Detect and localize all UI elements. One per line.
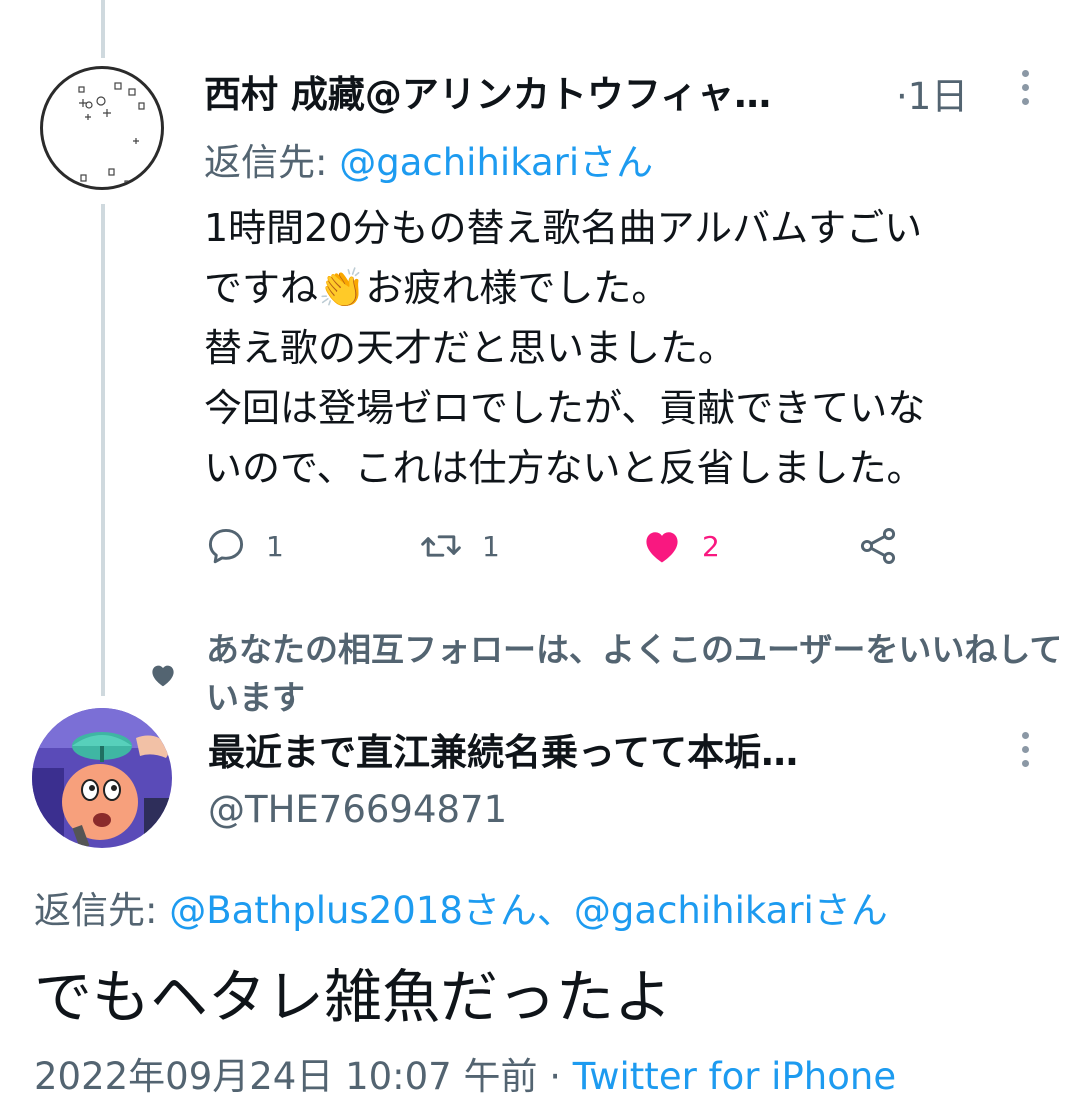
mention-link[interactable]: @gachihikariさん xyxy=(574,889,888,932)
avatar[interactable] xyxy=(40,66,164,190)
tweet-text-line: 替え歌の天才だと思いました。 xyxy=(204,326,737,370)
more-options-icon[interactable] xyxy=(1014,728,1038,772)
reply-icon xyxy=(208,528,244,564)
retweet-button[interactable]: 1 xyxy=(418,518,500,574)
meta-separator: · xyxy=(537,1055,573,1098)
like-count: 2 xyxy=(702,529,720,563)
time-separator: · xyxy=(896,75,908,118)
more-options-icon[interactable] xyxy=(1014,66,1038,110)
display-name[interactable]: 最近まで直江兼続名乗ってて本垢… xyxy=(208,722,798,776)
retweet-count: 1 xyxy=(482,529,500,563)
tweet-meta: 2022年09月24日 10:07 午前 · Twitter for iPhon… xyxy=(34,1046,896,1100)
replying-to: 返信先: @gachihikariさん xyxy=(204,132,653,186)
tweet-text-line: ですね👏お疲れ様でした。 xyxy=(204,258,1064,318)
replying-to: 返信先: @Bathplus2018さん、@gachihikariさん xyxy=(34,880,888,934)
tweet-text-line: 今回は登場ゼロでしたが、貢献できていな xyxy=(204,386,926,430)
share-icon xyxy=(860,528,896,564)
tweet-text-line: 1時間20分もの替え歌名曲アルバムすごい xyxy=(204,206,923,250)
social-context: あなたの相互フォローは、よくこのユーザーをいいねしています xyxy=(206,630,1063,717)
heart-icon xyxy=(148,660,178,690)
reply-button[interactable]: 1 xyxy=(204,518,284,574)
tweet-time[interactable]: ·1日 xyxy=(896,66,968,120)
replying-to-label: 返信先: xyxy=(34,889,170,932)
clapping-hands-emoji: 👏 xyxy=(318,266,366,310)
mention-separator: 、 xyxy=(536,889,574,932)
tweet-text: 1時間20分もの替え歌名曲アルバムすごい ですね👏お疲れ様でした。 替え歌の天才… xyxy=(204,198,1064,498)
share-button[interactable] xyxy=(856,518,900,574)
heart-icon xyxy=(646,532,678,563)
avatar-image xyxy=(78,82,145,186)
avatar-image xyxy=(32,708,172,848)
mention-link[interactable]: @gachihikariさん xyxy=(339,141,653,184)
thread-line xyxy=(101,0,105,58)
like-button[interactable]: 2 xyxy=(640,518,720,574)
tweet-text-line: いので、これは仕方ないと反省しました。 xyxy=(204,446,925,490)
tweet-text: でもヘタレ雑魚だったよ xyxy=(34,963,673,1031)
thread-line xyxy=(101,204,105,696)
mention-link[interactable]: @Bathplus2018さん xyxy=(169,889,537,932)
tweet-text-segment: ですね xyxy=(204,266,319,310)
source-link[interactable]: Twitter for iPhone xyxy=(573,1055,896,1098)
display-name[interactable]: 西村 成藏@アリンカトウフィャ… xyxy=(204,64,771,118)
user-handle[interactable]: @THE76694871 xyxy=(208,788,507,831)
time-label: 1日 xyxy=(907,75,969,118)
avatar[interactable] xyxy=(32,708,172,848)
retweet-icon xyxy=(421,535,461,557)
tweet-text-segment: お疲れ様でした。 xyxy=(365,266,670,310)
timestamp[interactable]: 2022年09月24日 10:07 午前 xyxy=(34,1055,537,1098)
replying-to-label: 返信先: xyxy=(204,141,340,184)
reply-count: 1 xyxy=(266,529,284,563)
